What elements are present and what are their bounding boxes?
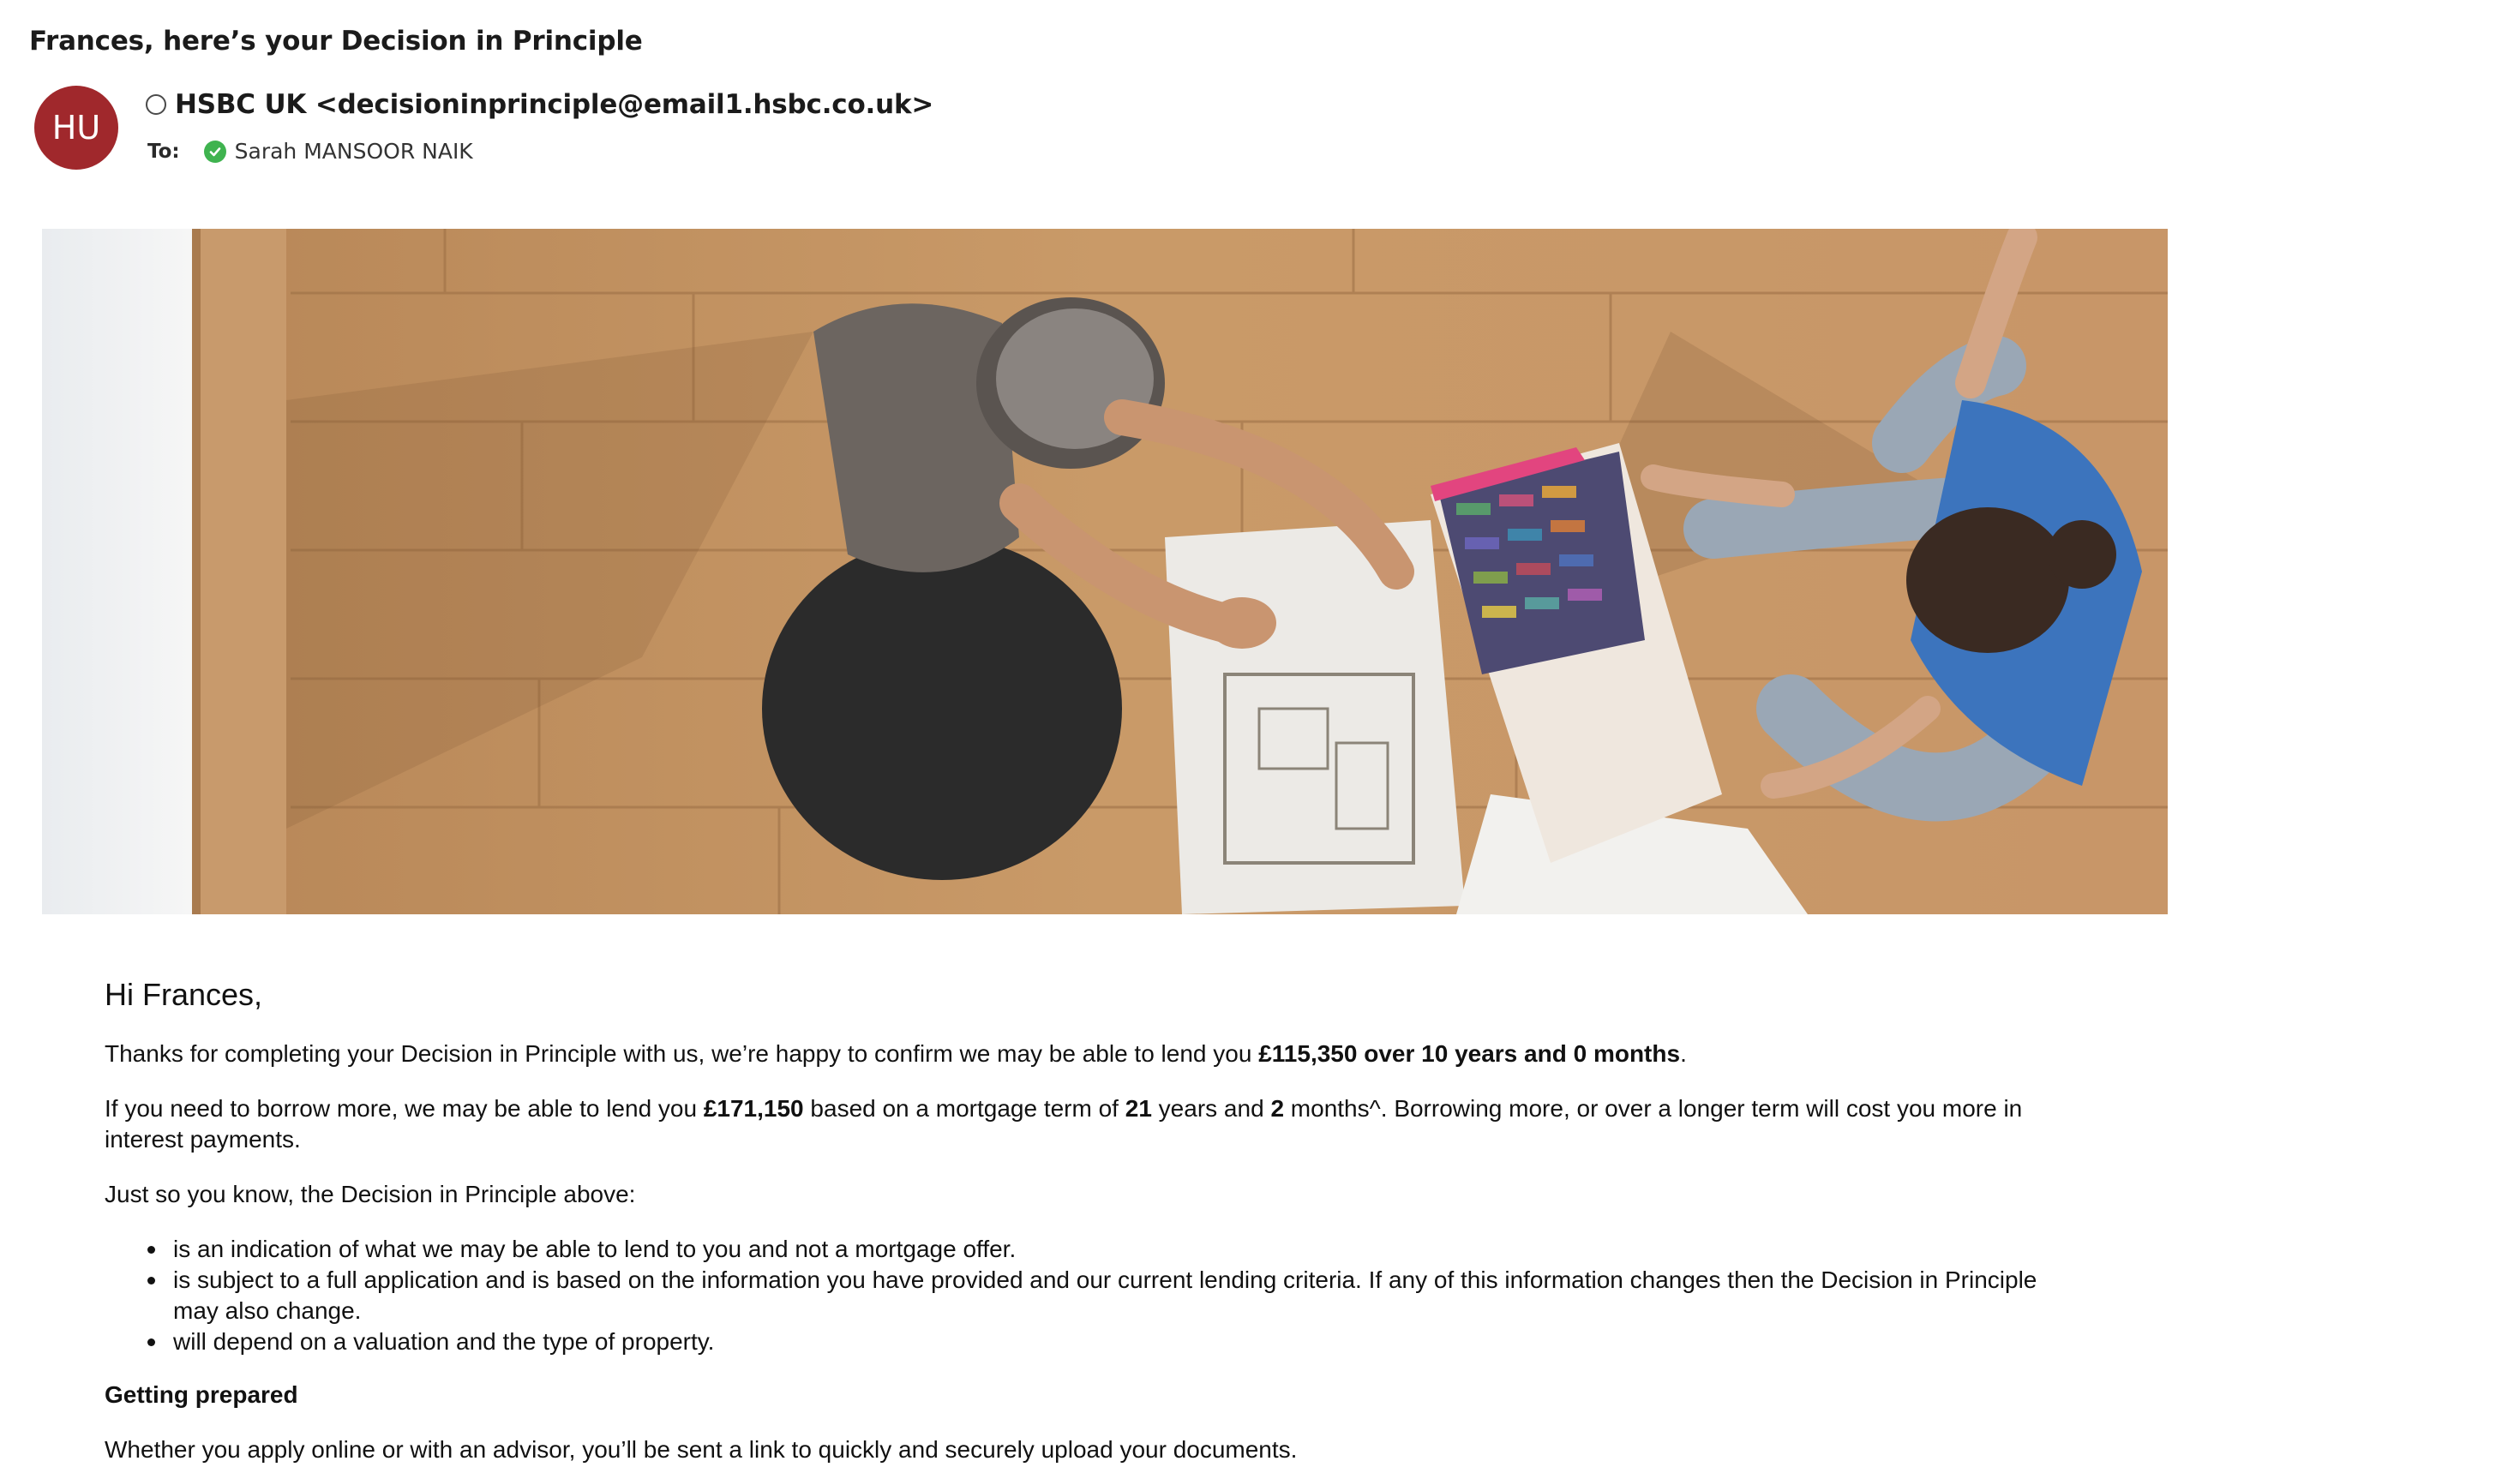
recipient-name[interactable]: Sarah MANSOOR NAIK <box>235 139 473 164</box>
paragraph-upload-documents: Whether you apply online or with an advi… <box>105 1436 1298 1463</box>
sender-avatar[interactable]: HU <box>34 86 118 170</box>
email-body: Hi Frances, Thanks for completing your D… <box>105 977 2076 1479</box>
list-item: is subject to a full application and is … <box>105 1265 2076 1326</box>
hero-photo <box>42 229 2168 914</box>
recipient-row: To: Sarah MANSOOR NAIK <box>147 139 473 164</box>
text: If you need to borrow more, we may be ab… <box>105 1095 704 1122</box>
dip-conditions-list: is an indication of what we may be able … <box>105 1234 2076 1357</box>
email-subject: Frances, here’s your Decision in Princip… <box>29 26 643 57</box>
text: based on a mortgage term of <box>803 1095 1125 1122</box>
text: Thanks for completing your Decision in P… <box>105 1040 1259 1067</box>
list-item: will depend on a valuation and the type … <box>105 1326 2076 1357</box>
paragraph-just-so-you-know: Just so you know, the Decision in Princi… <box>105 1181 636 1207</box>
to-label: To: <box>147 140 180 163</box>
unread-radio-icon[interactable] <box>146 94 166 115</box>
list-item: is an indication of what we may be able … <box>105 1234 2076 1265</box>
max-loan-amount: £171,150 <box>703 1095 804 1122</box>
section-heading: Getting prepared <box>105 1381 298 1408</box>
verified-check-icon <box>203 140 226 163</box>
loan-amount-term: £115,350 over 10 years and 0 months <box>1258 1040 1681 1067</box>
text: years and <box>1151 1095 1271 1122</box>
avatar-initials: HU <box>51 109 101 147</box>
greeting: Hi Frances, <box>105 977 263 1012</box>
sender-row: HSBC UK <decisioninprinciple@email1.hsbc… <box>146 89 933 120</box>
text: . <box>1680 1040 1687 1067</box>
sender-name[interactable]: HSBC UK <decisioninprinciple@email1.hsbc… <box>175 89 933 120</box>
paragraph-loan-confirmation: Thanks for completing your Decision in P… <box>105 1039 2076 1069</box>
term-months: 2 <box>1270 1095 1285 1122</box>
paragraph-borrow-more: If you need to borrow more, we may be ab… <box>105 1093 2076 1155</box>
term-years: 21 <box>1125 1095 1152 1122</box>
